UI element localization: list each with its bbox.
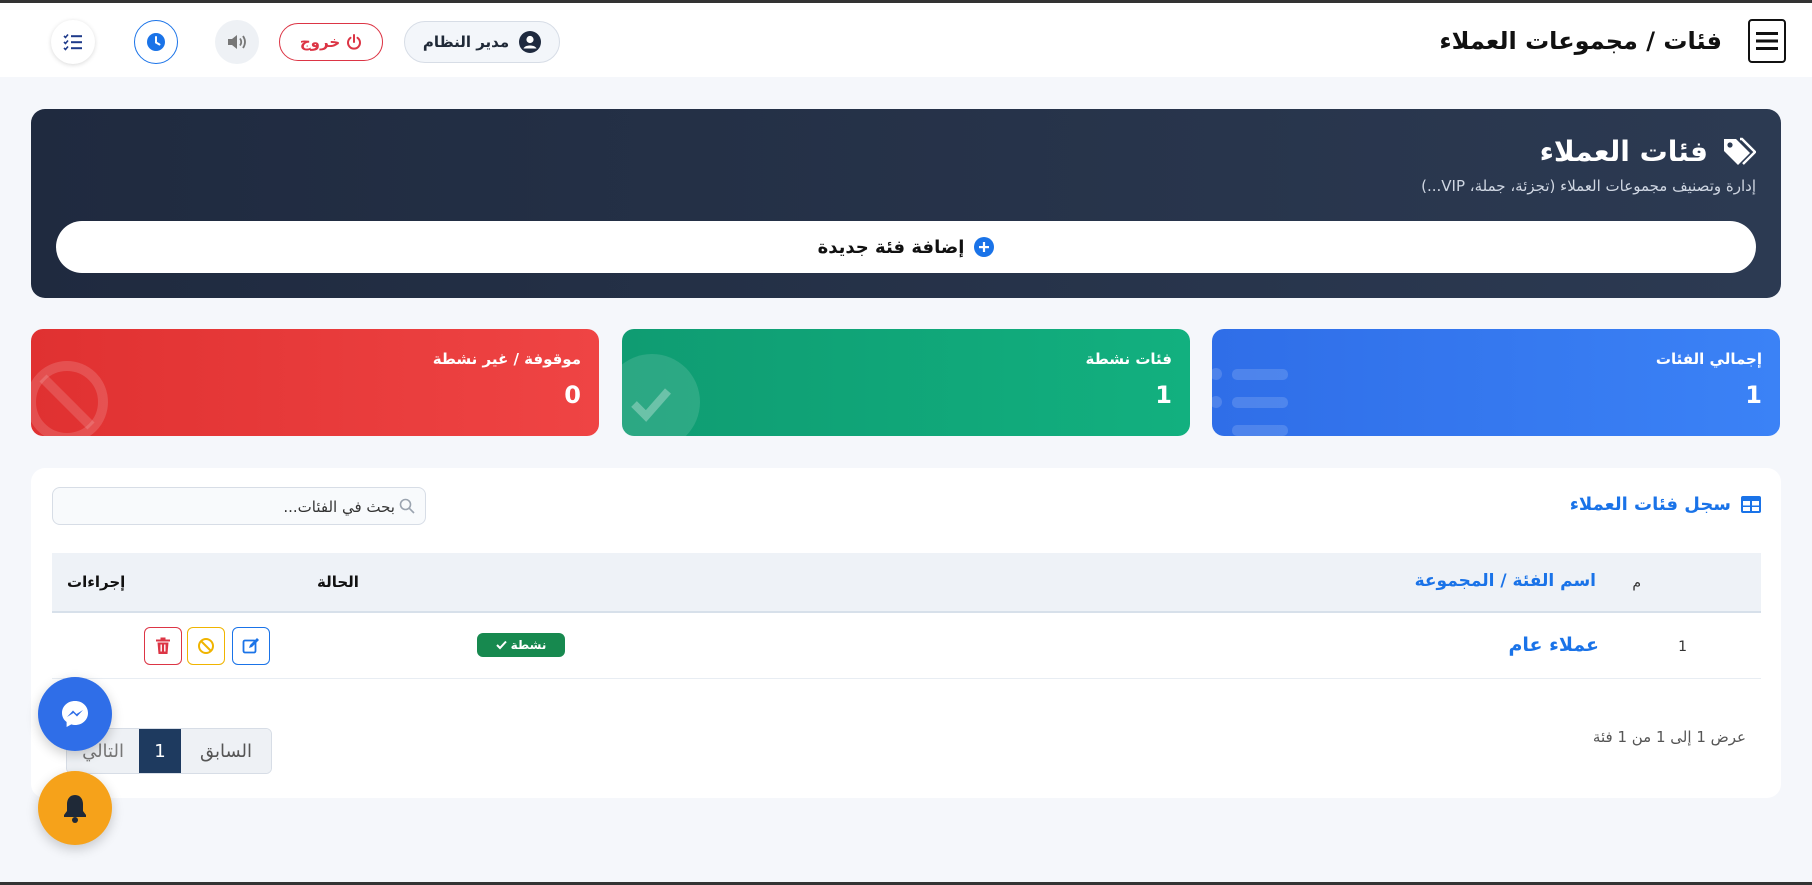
notifications-button[interactable] [38, 771, 112, 845]
search-box [52, 487, 426, 526]
logout-button[interactable]: خروج [279, 23, 383, 61]
stat-label: فئات نشطة [1085, 350, 1172, 368]
hero-title-text: فئات العملاء [1539, 135, 1708, 168]
hero-subtitle: إدارة وتصنيف مجموعات العملاء (تجزئة، جمل… [1421, 177, 1756, 195]
volume-icon [228, 35, 246, 49]
stat-card-active: فئات نشطة 1 [622, 329, 1190, 436]
messenger-button[interactable] [38, 677, 112, 751]
row-num: 1 [1678, 639, 1687, 655]
table-title: سجل فئات العملاء [1570, 494, 1761, 515]
column-header-num: م [1632, 575, 1641, 591]
tags-icon [1724, 137, 1756, 165]
search-icon [399, 498, 415, 514]
clock-button[interactable] [134, 20, 178, 64]
messenger-icon [62, 701, 88, 727]
menu-toggle-button[interactable] [1748, 19, 1786, 63]
hamburger-icon [1756, 32, 1778, 50]
user-avatar-icon [519, 31, 542, 53]
stat-card-inactive: موقوفة / غير نشطة 0 [31, 329, 599, 436]
clock-icon [147, 33, 165, 51]
check-icon [622, 354, 700, 436]
status-badge: نشطة [477, 633, 565, 657]
list-icon [1212, 368, 1288, 436]
stat-label: موقوفة / غير نشطة [432, 350, 581, 368]
table-header: م اسم الفئة / المجموعة الحالة إجراءات [52, 553, 1761, 613]
delete-button[interactable] [144, 627, 182, 665]
power-icon [347, 34, 362, 50]
add-category-button[interactable]: إضافة فئة جديدة [56, 221, 1756, 273]
logout-label: خروج [299, 33, 341, 51]
category-name-link[interactable]: عملاء عام [1508, 634, 1599, 656]
previous-page-button[interactable]: السابق [181, 729, 271, 773]
top-header: فئات / مجموعات العملاء مدير النظام خروج [0, 3, 1812, 77]
stat-value: 1 [1745, 381, 1762, 409]
sound-toggle-button[interactable] [215, 20, 259, 64]
stat-value: 0 [564, 381, 581, 409]
add-category-label: إضافة فئة جديدة [817, 236, 965, 258]
edit-button[interactable] [232, 627, 270, 665]
categories-table-card: سجل فئات العملاء م اسم الفئة / المجموعة … [31, 468, 1781, 798]
table-row: 1 عملاء عام نشطة [52, 615, 1761, 679]
edit-icon [242, 638, 259, 654]
ban-icon [31, 361, 108, 436]
tasks-button[interactable] [51, 20, 95, 64]
stat-card-total: إجمالي الفئات 1 [1212, 329, 1780, 436]
bell-icon [64, 795, 86, 823]
column-header-status: الحالة [317, 573, 359, 591]
deactivate-button[interactable] [187, 627, 225, 665]
user-name: مدير النظام [422, 33, 510, 51]
current-page-button[interactable]: 1 [139, 729, 181, 773]
table-title-text: سجل فئات العملاء [1569, 494, 1731, 515]
column-header-actions: إجراءات [67, 573, 126, 591]
check-icon [495, 640, 507, 650]
table-icon [1741, 496, 1761, 513]
stat-label: إجمالي الفئات [1655, 350, 1762, 368]
pagination-info: عرض 1 إلى 1 من 1 فئة [1592, 728, 1746, 746]
stat-value: 1 [1155, 381, 1172, 409]
user-menu-button[interactable]: مدير النظام [404, 21, 560, 63]
status-badge-label: نشطة [510, 638, 547, 652]
checklist-icon [63, 33, 82, 51]
hero-panel: فئات العملاء إدارة وتصنيف مجموعات العملا… [31, 109, 1781, 298]
ban-icon [198, 638, 214, 654]
plus-circle-icon [974, 237, 995, 257]
search-input[interactable] [93, 488, 397, 526]
column-header-name[interactable]: اسم الفئة / المجموعة [1415, 571, 1596, 591]
trash-icon [156, 637, 170, 654]
page-title: فئات / مجموعات العملاء [1439, 27, 1722, 55]
hero-title: فئات العملاء [1540, 135, 1756, 168]
